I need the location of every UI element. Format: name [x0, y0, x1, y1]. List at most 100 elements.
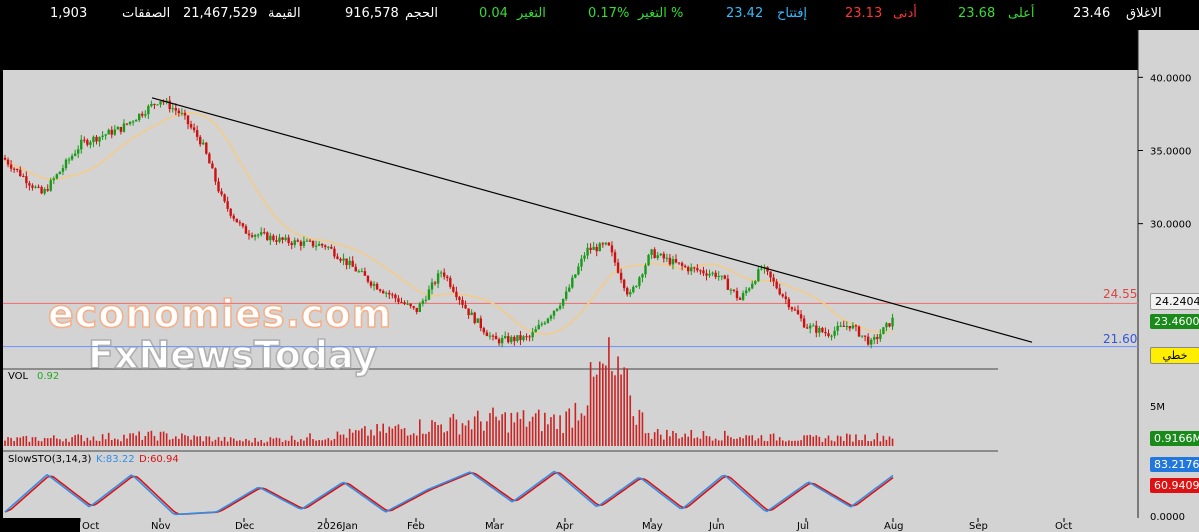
volume-bar	[4, 440, 6, 446]
volume-bar	[879, 441, 882, 446]
candle-body	[500, 337, 504, 344]
linear-scale-button[interactable]: خطي	[1150, 347, 1199, 364]
volume-bar	[839, 436, 842, 446]
candle-body	[202, 142, 205, 145]
candle-body	[28, 183, 31, 186]
candle-body	[839, 325, 842, 327]
candle-body	[769, 271, 772, 278]
volume-bar	[290, 435, 293, 446]
candle-body	[833, 330, 836, 336]
price-chart[interactable]: economies.com FxNewsToday Oct Nov Dec 2026J…	[0, 30, 1199, 532]
candle-body	[272, 235, 275, 241]
volume-bar	[760, 435, 763, 446]
volume-bar	[690, 429, 693, 446]
candle-body	[250, 235, 254, 237]
candle-body	[690, 267, 693, 272]
candle-body	[555, 308, 559, 311]
candle-body	[595, 246, 598, 252]
volume-bar	[297, 441, 299, 446]
candle-body	[287, 237, 290, 243]
volume-bar	[717, 440, 720, 446]
volume-bar	[132, 433, 134, 446]
volume-bar	[153, 436, 156, 446]
candle-body	[836, 325, 839, 331]
volume-bar	[223, 436, 226, 446]
candle-body	[107, 129, 110, 135]
candle-body	[497, 339, 501, 344]
candle-body	[156, 104, 159, 106]
volume-bar	[739, 437, 741, 446]
volume-bar	[406, 435, 409, 446]
volume-bar	[245, 438, 247, 446]
candle-body	[324, 245, 327, 248]
candle-body	[229, 208, 232, 216]
candle-body	[461, 300, 464, 305]
volume-bar	[248, 440, 250, 446]
candle-body	[522, 336, 525, 341]
volume-bar	[483, 430, 485, 446]
x-axis-label: Jul	[796, 521, 809, 532]
volume-bar	[830, 440, 833, 446]
volume-bar	[434, 421, 436, 446]
volume-bar	[547, 424, 549, 446]
volume-bar	[504, 412, 506, 446]
volume-bar	[623, 367, 625, 446]
candle-body	[412, 306, 415, 308]
candle-body	[177, 110, 181, 114]
volume-bar	[653, 432, 656, 446]
candle-body	[296, 240, 299, 242]
candle-body	[732, 289, 736, 291]
volume-bar	[446, 431, 449, 446]
open-label: إفتتاح	[777, 6, 808, 21]
candle-body	[382, 291, 385, 294]
volume-value: 916,578	[345, 6, 399, 21]
volume-bar	[763, 440, 766, 446]
candle-body	[775, 281, 778, 289]
volume-bar	[117, 439, 119, 446]
volume-bar	[727, 435, 729, 446]
candle-body	[809, 325, 812, 329]
volume-bar	[19, 437, 22, 446]
volume-bar	[791, 440, 793, 446]
candle-body	[12, 168, 16, 170]
volume-bar	[101, 434, 104, 446]
volume-bar	[379, 431, 381, 446]
candle-body	[598, 243, 601, 252]
volume-bar	[449, 417, 452, 446]
candle-body	[876, 337, 879, 339]
volume-bar	[126, 438, 128, 446]
x-axis-label: Nov	[151, 521, 171, 532]
volume-bar	[598, 361, 601, 446]
volume-bar	[315, 440, 317, 446]
candle-body	[583, 255, 586, 259]
candle-body	[308, 240, 312, 242]
volume-bar	[675, 433, 677, 446]
candle-body	[796, 310, 800, 315]
support-label: 21.60	[1103, 332, 1137, 346]
candle-body	[622, 279, 626, 289]
candle-body	[607, 242, 611, 246]
ma-price-tag: 24.2404	[1150, 293, 1199, 310]
volume-bar	[65, 438, 67, 446]
volume-bar	[711, 440, 714, 446]
volume-bar	[77, 434, 79, 446]
candle-body	[342, 258, 345, 261]
volume-bar	[733, 438, 735, 446]
volume-bar	[766, 441, 769, 446]
candle-body	[214, 168, 217, 182]
candle-body	[711, 272, 714, 274]
candle-body	[827, 333, 830, 337]
candle-body	[284, 237, 287, 240]
volume-bar	[486, 421, 488, 446]
volume-bar	[608, 337, 610, 446]
candle-body	[95, 136, 98, 142]
volume-bar	[656, 428, 659, 446]
volume-bar	[324, 439, 327, 446]
volume-bar	[232, 438, 235, 446]
candle-body	[37, 186, 40, 188]
volume-bar	[184, 435, 186, 446]
volume-bar	[370, 429, 372, 446]
volume-bar	[534, 413, 537, 446]
volume-bar	[187, 436, 189, 446]
volume-bar	[583, 415, 586, 446]
